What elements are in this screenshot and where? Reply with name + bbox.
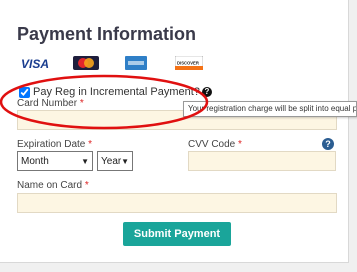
visa-logo: VISA [21,57,49,70]
pay-reg-row: Pay Reg in Incremental Payment? ? [19,86,212,98]
question-icon[interactable]: ? [201,87,212,97]
cvv-input[interactable] [188,151,336,171]
visa-logo-text: VISA [21,57,49,70]
name-on-card-input[interactable] [17,193,337,213]
expiration-label: Expiration Date * [17,139,92,150]
mastercard-logo [73,56,99,70]
year-select-value: Year [101,155,122,167]
payment-card: Payment Information VISA DISCOVER Pay Re… [0,0,349,263]
expiration-label-text: Expiration Date [17,139,86,150]
pay-reg-label[interactable]: Pay Reg in Incremental Payment? [33,86,200,98]
discover-logo-text: DISCOVER [177,61,199,66]
pay-reg-tooltip: Your registration charge will be split i… [183,101,357,117]
pay-reg-checkbox[interactable] [19,86,30,98]
chevron-down-icon: ▼ [81,157,89,166]
required-marker: * [238,139,242,150]
name-on-card-label: Name on Card * [17,180,89,191]
chevron-down-icon: ▼ [121,157,129,166]
year-select[interactable]: Year ▼ [97,151,133,171]
page-title: Payment Information [17,24,197,44]
cvv-help-icon[interactable]: ? [322,138,334,150]
card-number-label: Card Number * [17,98,84,109]
required-marker: * [88,139,93,150]
cvv-label-text: CVV Code [188,139,236,150]
month-select[interactable]: Month ▼ [17,151,93,171]
name-on-card-label-text: Name on Card [17,180,83,191]
discover-logo: DISCOVER [175,56,203,70]
required-marker: * [84,180,89,191]
amex-logo [125,56,147,70]
submit-payment-button[interactable]: Submit Payment [123,222,231,246]
cvv-label: CVV Code * [188,139,242,150]
card-number-label-text: Card Number [17,98,78,109]
required-marker: * [79,98,84,109]
month-select-value: Month [21,155,49,167]
